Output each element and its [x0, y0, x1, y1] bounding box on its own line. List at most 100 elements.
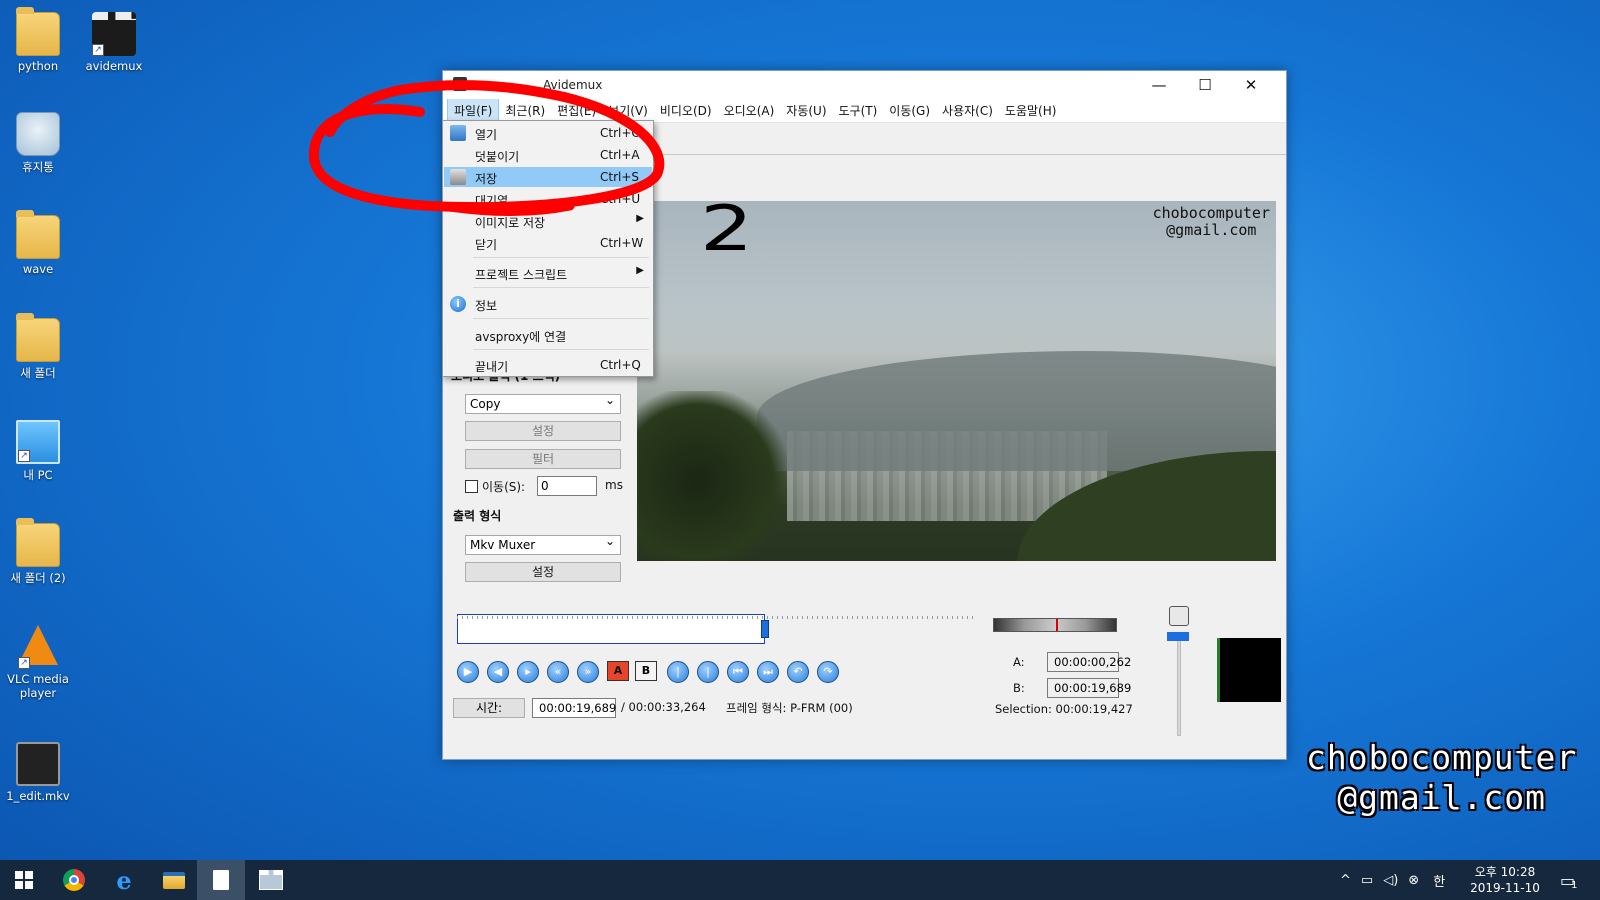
submenu-arrow-icon: ▶ — [636, 265, 644, 276]
menu-auto[interactable]: 자동(U) — [780, 99, 832, 122]
menu-custom[interactable]: 사용자(C) — [936, 99, 999, 122]
desktop-icon-new-folder[interactable]: 새 폴더 — [0, 313, 76, 381]
prev-black-button[interactable]: ⏮ — [727, 661, 749, 683]
notification-center[interactable]: ▭ 1 — [1560, 860, 1578, 900]
taskbar-avidemux[interactable] — [247, 860, 295, 900]
desktop-icon-python[interactable]: python — [0, 7, 76, 73]
menu-item-quit[interactable]: 끝내기 Ctrl+Q — [444, 355, 652, 375]
menu-separator — [473, 318, 649, 319]
menu-edit[interactable]: 편집(E) — [551, 99, 602, 122]
video-file-icon — [16, 742, 60, 786]
menu-audio[interactable]: 오디오(A) — [718, 99, 781, 122]
audio-codec-select[interactable]: Copy — [465, 393, 621, 414]
file-explorer-icon — [163, 871, 185, 889]
network-icon[interactable]: ▭ — [1361, 873, 1373, 888]
goto-marker-a-button[interactable]: | — [667, 661, 689, 683]
menu-go[interactable]: 이동(G) — [883, 99, 936, 122]
video-watermark: chobocomputer @gmail.com — [1152, 204, 1270, 239]
desktop-icon-label: python — [17, 59, 59, 73]
next-keyframe-button[interactable]: » — [577, 661, 599, 683]
shortcut-arrow-icon: ↗ — [18, 657, 30, 669]
menu-help[interactable]: 도움말(H) — [999, 99, 1063, 122]
next-black-button[interactable]: ⏭ — [757, 661, 779, 683]
avidemux-icon — [259, 870, 283, 890]
time-label: 시간: — [453, 698, 525, 718]
audio-filter-button[interactable]: 필터 — [465, 449, 621, 469]
desktop-icon-this-pc[interactable]: ↗ 내 PC — [0, 420, 76, 483]
desktop-icon-label: wave — [22, 262, 54, 276]
desktop-icon-label: 내 PC — [23, 468, 53, 482]
shortcut-arrow-icon: ↗ — [92, 44, 104, 56]
menu-item-open[interactable]: 열기 Ctrl+O — [444, 123, 652, 143]
audio-settings-button[interactable]: 설정 — [465, 421, 621, 441]
watermark-annotation: chobocomputer @gmail.com — [1306, 738, 1578, 817]
title-bar[interactable]: Avidemux — ☐ ✕ — [443, 71, 1286, 99]
prev-frame-button[interactable]: ◀ — [487, 661, 509, 683]
menu-separator — [473, 257, 649, 258]
volume-icon[interactable]: ◁) — [1383, 873, 1398, 888]
timeline-slider[interactable] — [457, 614, 977, 644]
desktop-icon-wave[interactable]: wave — [0, 210, 76, 276]
taskbar-edge[interactable]: e — [100, 860, 148, 900]
set-marker-a-button[interactable]: A — [607, 661, 629, 681]
clock[interactable]: 오후 10:28 2019-11-10 — [1460, 864, 1550, 896]
shift-unit: ms — [605, 478, 623, 492]
minimize-button[interactable]: — — [1136, 71, 1182, 99]
notepad-icon — [213, 870, 229, 890]
shift-checkbox[interactable] — [465, 480, 478, 493]
taskbar-chrome[interactable] — [50, 860, 98, 900]
play-button[interactable]: ▶ — [457, 661, 479, 683]
start-button[interactable] — [0, 860, 48, 900]
computer-icon: ↗ — [16, 420, 60, 464]
taskbar-notepad[interactable] — [197, 860, 245, 900]
desktop-icon-video-file[interactable]: 1_edit.mkv — [0, 742, 76, 803]
recycle-bin-icon — [16, 112, 60, 156]
menu-item-append[interactable]: 덧붙이기 Ctrl+A — [444, 145, 652, 165]
frame-type: 프레임 형식: P-FRM (00) — [726, 701, 853, 715]
marker-b-label: B: — [1013, 681, 1025, 695]
menu-item-avsproxy[interactable]: avsproxy에 연결 — [444, 325, 652, 345]
set-marker-b-button[interactable]: B — [635, 661, 657, 681]
desktop-icon-vlc[interactable]: ↗ VLC media player — [0, 625, 76, 700]
chevron-up-icon[interactable]: ^ — [1340, 873, 1351, 888]
next-frame-button[interactable]: ▸ — [517, 661, 539, 683]
volume-slider-handle[interactable] — [1167, 632, 1189, 641]
menu-item-save-as-image[interactable]: 이미지로 저장 ▶ — [444, 211, 652, 231]
volume-slider[interactable] — [1177, 636, 1181, 736]
maximize-button[interactable]: ☐ — [1182, 71, 1228, 99]
menu-view[interactable]: 보기(V) — [602, 99, 654, 122]
menu-recent[interactable]: 최근(R) — [499, 99, 551, 122]
taskbar-explorer[interactable] — [150, 860, 198, 900]
error-icon[interactable]: ⊗ — [1408, 873, 1419, 888]
desktop-icon-label: avidemux — [85, 59, 143, 73]
menu-item-info[interactable]: i 정보 — [444, 294, 652, 314]
menu-item-close[interactable]: 닫기 Ctrl+W — [444, 233, 652, 253]
current-time-field[interactable]: 00:00:19,689 — [532, 698, 616, 718]
folder-icon — [16, 313, 60, 362]
desktop-icon-avidemux[interactable]: ↗ avidemux — [76, 12, 152, 73]
menu-item-save[interactable]: 저장 Ctrl+S — [444, 167, 652, 187]
shift-label: 이동(S): — [482, 480, 526, 494]
prev-keyframe-button[interactable]: « — [547, 661, 569, 683]
menu-item-project-script[interactable]: 프로젝트 스크립트 ▶ — [444, 263, 652, 283]
windows-logo-icon — [15, 871, 33, 889]
audio-meter — [993, 618, 1117, 632]
menu-tools[interactable]: 도구(T) — [833, 99, 884, 122]
menu-item-queue[interactable]: 대기열 Ctrl+U — [444, 189, 652, 209]
desktop-icon-recycle-bin[interactable]: 휴지통 — [0, 112, 76, 175]
menu-video[interactable]: 비디오(D) — [654, 99, 718, 122]
muxer-select[interactable]: Mkv Muxer — [465, 534, 621, 555]
goto-start-button[interactable]: ↶ — [787, 661, 809, 683]
desktop-icon-new-folder-2[interactable]: 새 폴더 (2) — [0, 518, 76, 586]
close-button[interactable]: ✕ — [1228, 71, 1274, 99]
goto-marker-b-button[interactable]: | — [697, 661, 719, 683]
goto-end-button[interactable]: ↷ — [817, 661, 839, 683]
timeline-handle[interactable] — [761, 620, 769, 638]
audio-waveform-display — [1217, 638, 1281, 702]
system-tray: ^ ▭ ◁) ⊗ 한 — [1340, 860, 1445, 900]
shift-input[interactable]: 0 — [537, 476, 597, 496]
ime-indicator[interactable]: 한 — [1433, 871, 1445, 890]
muxer-settings-button[interactable]: 설정 — [465, 562, 621, 582]
chrome-icon — [63, 869, 85, 891]
speaker-icon[interactable] — [1169, 606, 1189, 626]
